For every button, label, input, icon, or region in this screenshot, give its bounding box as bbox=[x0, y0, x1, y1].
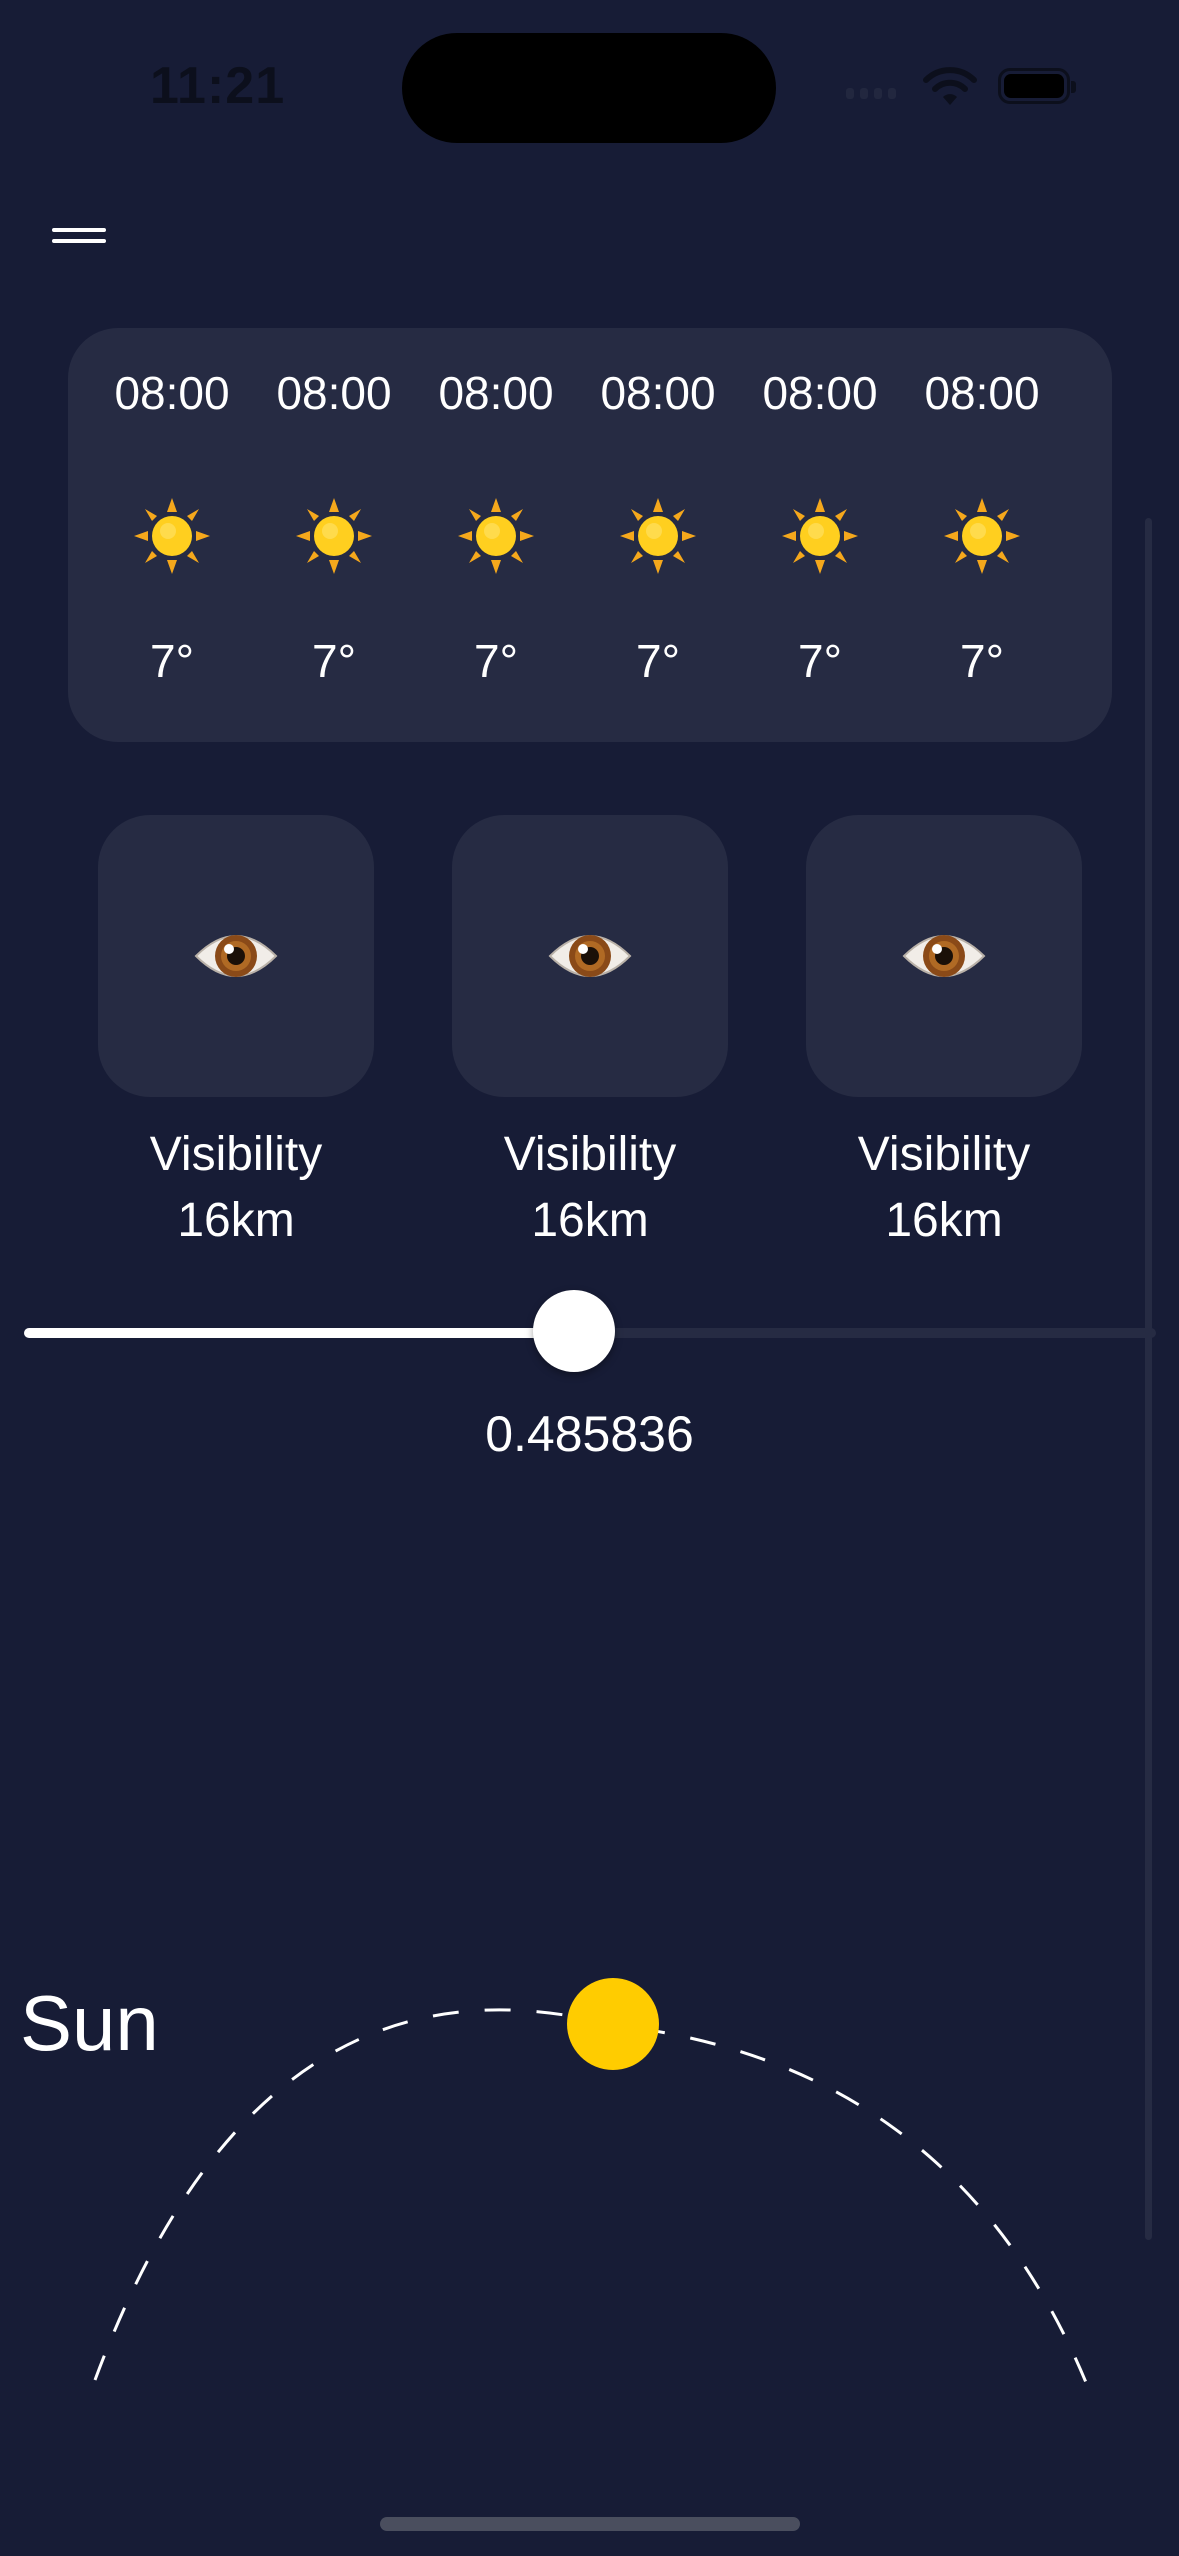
visibility-tile[interactable] bbox=[98, 815, 374, 1097]
dynamic-island bbox=[402, 33, 776, 143]
hour-temperature: 7° bbox=[312, 635, 356, 687]
hour-temperature: 7° bbox=[798, 635, 842, 687]
detail-value: 16km bbox=[885, 1194, 1003, 1247]
status-time: 11:21 bbox=[150, 57, 286, 115]
hour-temperature: 7° bbox=[474, 635, 518, 687]
cellular-signal-icon bbox=[846, 88, 896, 99]
hour-time: 08:00 bbox=[114, 367, 230, 419]
eye-icon bbox=[548, 935, 632, 977]
slider-thumb[interactable] bbox=[532, 1290, 615, 1372]
eye-icon bbox=[194, 935, 278, 977]
detail-title: Visibility bbox=[857, 1128, 1031, 1181]
detail-value: 16km bbox=[531, 1194, 649, 1247]
slider-fill bbox=[24, 1328, 574, 1338]
sun-icon bbox=[296, 498, 372, 574]
sun-icon bbox=[782, 498, 858, 574]
detail-title: Visibility bbox=[503, 1128, 677, 1181]
visibility-label: Visibility 16km bbox=[806, 1122, 1082, 1254]
hour-time: 08:00 bbox=[600, 367, 716, 419]
sun-icon bbox=[944, 498, 1020, 574]
detail-title: Visibility bbox=[149, 1128, 323, 1181]
sun-position-marker bbox=[567, 1978, 659, 2070]
visibility-label: Visibility 16km bbox=[98, 1122, 374, 1254]
hour-time: 08:00 bbox=[762, 367, 878, 419]
hour-time: 08:00 bbox=[276, 367, 392, 419]
slider-value: 0.485836 bbox=[485, 1406, 694, 1462]
sun-icon bbox=[458, 498, 534, 574]
menu-button[interactable] bbox=[52, 228, 106, 258]
sun-icon bbox=[134, 498, 210, 574]
sun-path-arc bbox=[93, 1978, 1097, 2406]
hour-time: 08:00 bbox=[438, 367, 554, 419]
sun-icon bbox=[620, 498, 696, 574]
hour-temperature: 7° bbox=[636, 635, 680, 687]
eye-icon bbox=[902, 935, 986, 977]
visibility-tile[interactable] bbox=[452, 815, 728, 1097]
visibility-label: Visibility 16km bbox=[452, 1122, 728, 1254]
menu-line bbox=[52, 228, 106, 232]
visibility-tile[interactable] bbox=[806, 815, 1082, 1097]
home-indicator[interactable] bbox=[380, 2517, 800, 2531]
detail-value: 16km bbox=[177, 1194, 295, 1247]
hour-time: 08:00 bbox=[924, 367, 1040, 419]
hourly-forecast-card[interactable]: 08:00 7° 08:00 7° 08:00 7° 08:00 7° 08:0… bbox=[68, 328, 1112, 742]
menu-line bbox=[52, 239, 106, 243]
battery-icon bbox=[998, 68, 1076, 104]
hour-temperature: 7° bbox=[960, 635, 1004, 687]
wifi-icon bbox=[923, 67, 977, 105]
hour-temperature: 7° bbox=[150, 635, 194, 687]
